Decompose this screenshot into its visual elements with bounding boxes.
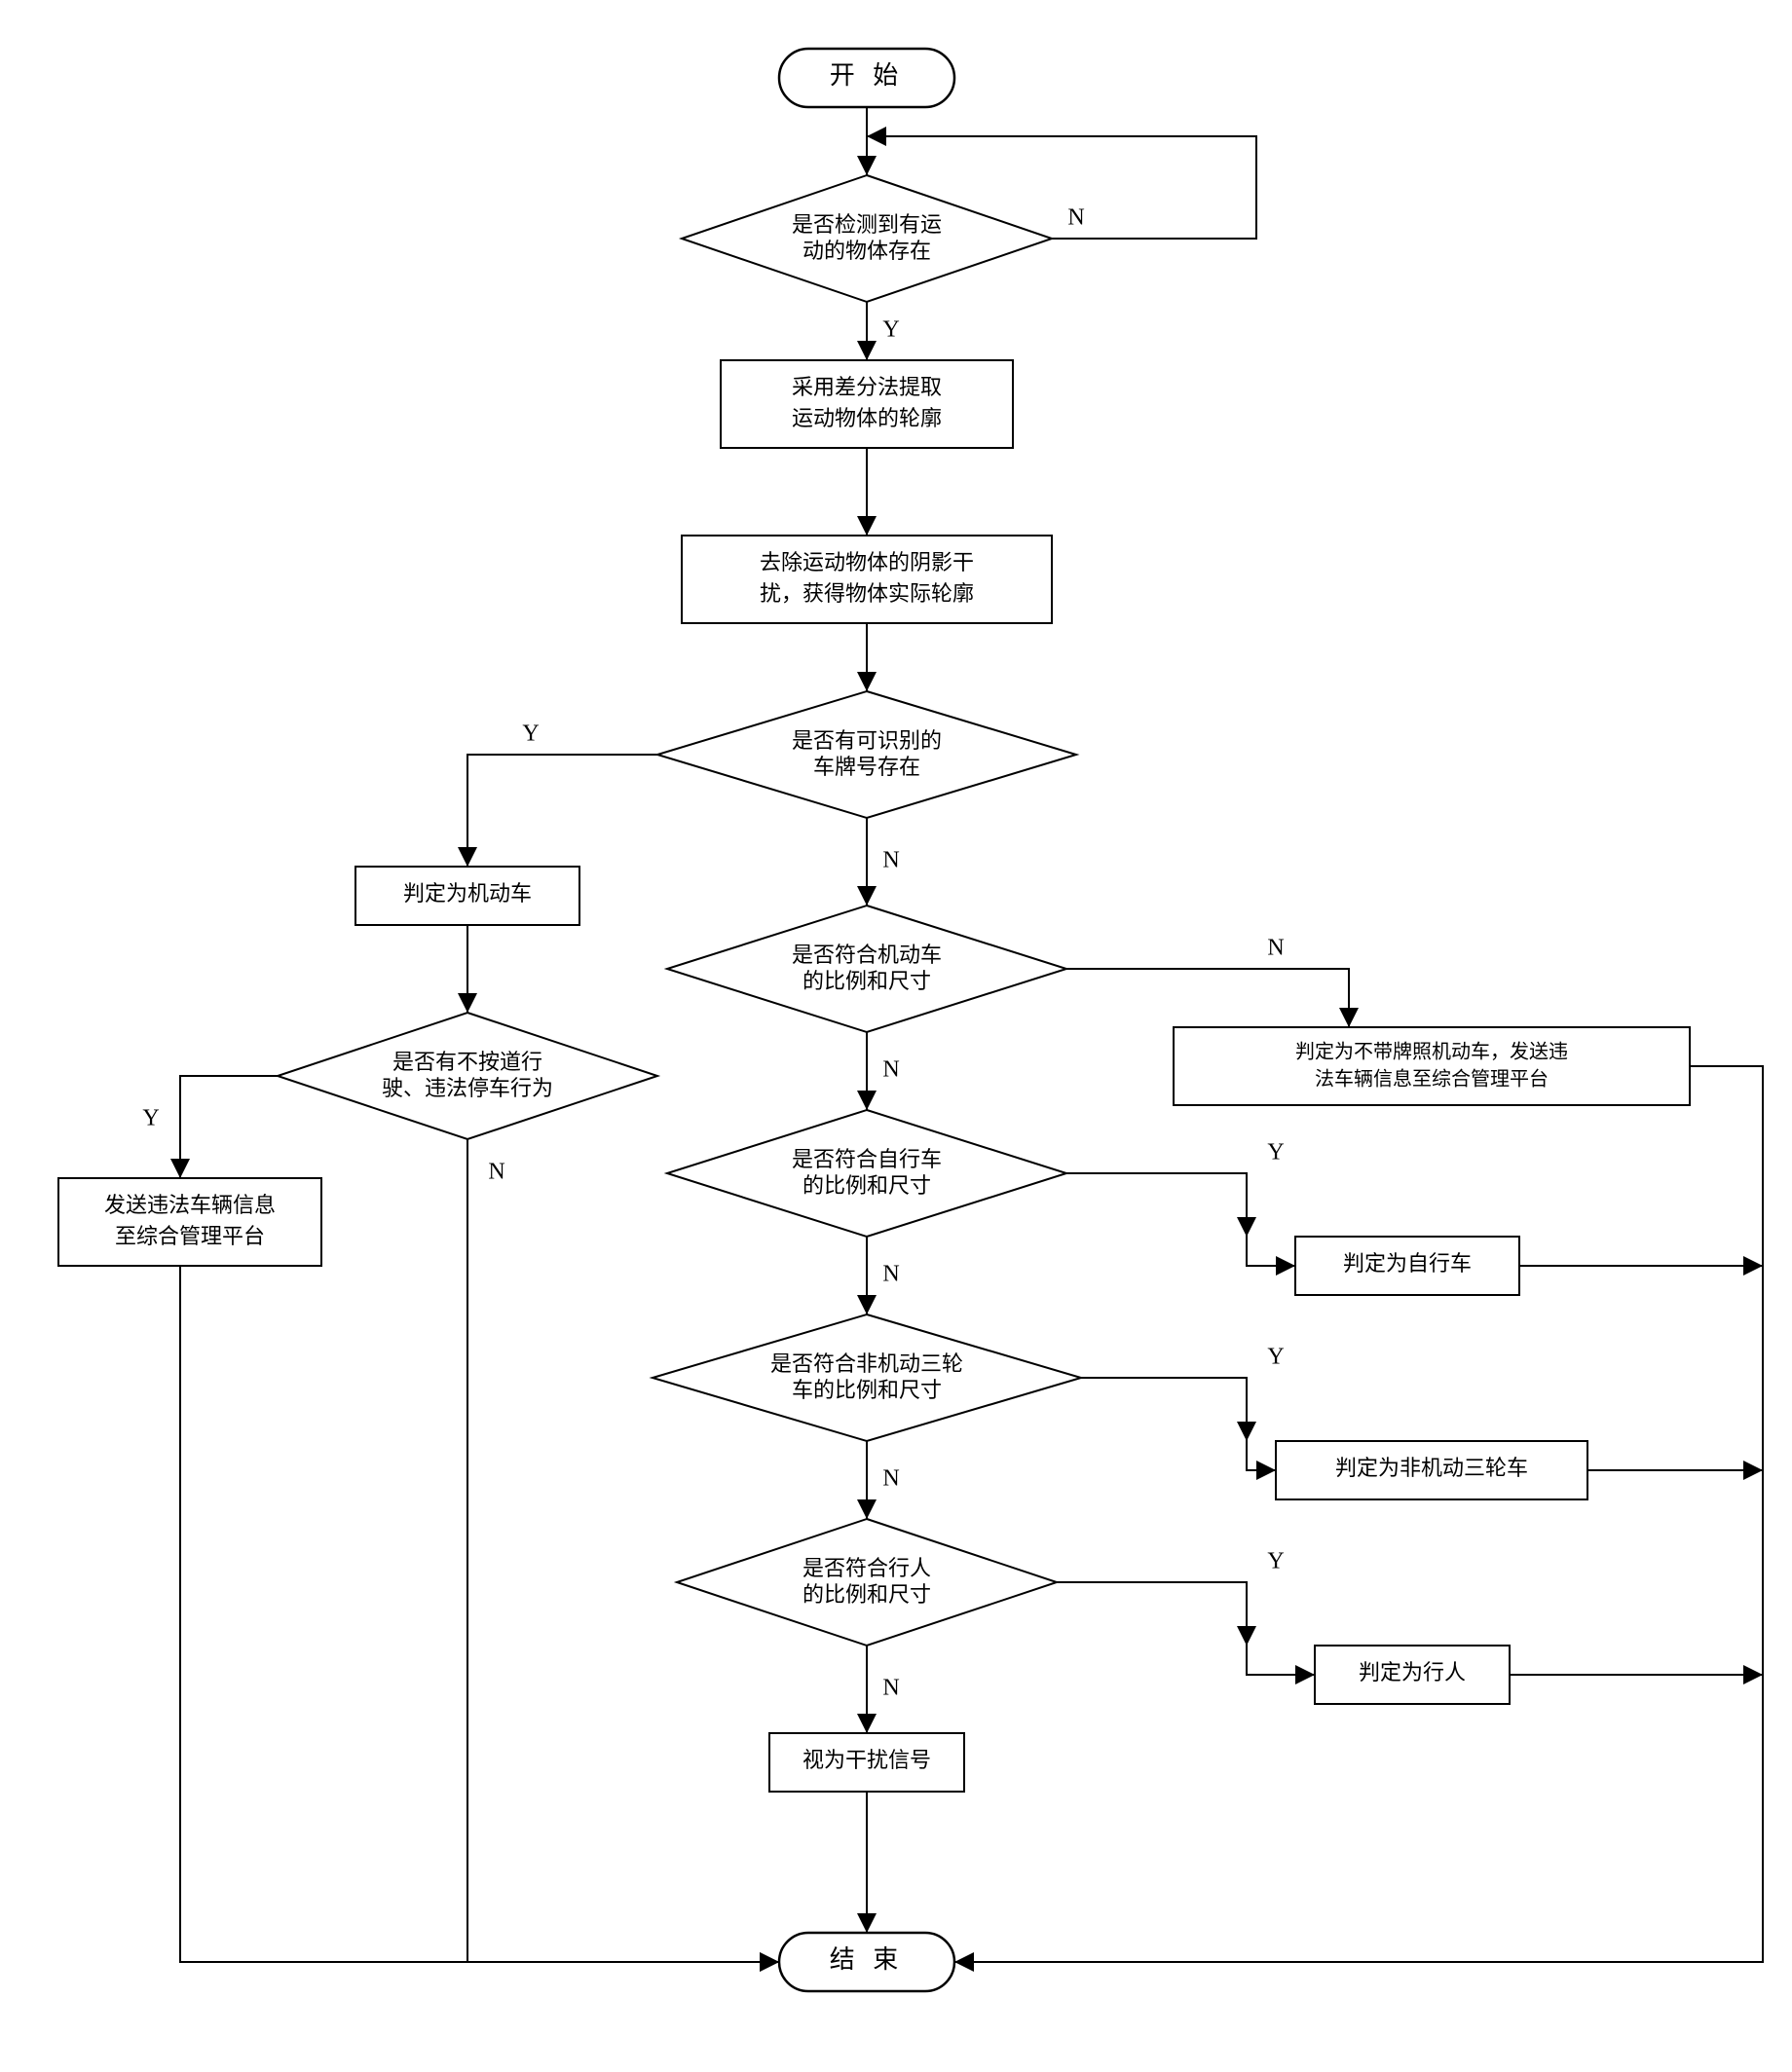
process-noise-signal: 视为干扰信号 — [769, 1733, 964, 1792]
start-terminal: 开 始 — [779, 49, 954, 107]
decision-bicycle-size: 是否符合自行车 的比例和尺寸 — [667, 1110, 1066, 1237]
decision-pedestrian-size: 是否符合行人 的比例和尺寸 — [677, 1519, 1057, 1646]
label-n-tricycle: N — [882, 1466, 899, 1492]
decision-plate-exists: 是否有可识别的 车牌号存在 — [657, 691, 1076, 818]
process-unlicensed-motor: 判定为不带牌照机动车，发送违 法车辆信息至综合管理平台 — [1174, 1027, 1690, 1105]
svg-text:是否符合自行车: 是否符合自行车 — [792, 1147, 942, 1171]
svg-text:的比例和尺寸: 的比例和尺寸 — [803, 1173, 931, 1198]
decision-motion-detected: 是否检测到有运 动的物体存在 — [682, 175, 1052, 302]
label-n-ped: N — [882, 1676, 899, 1701]
process-is-tricycle: 判定为非机动三轮车 — [1276, 1441, 1587, 1499]
svg-text:至综合管理平台: 至综合管理平台 — [115, 1224, 265, 1248]
svg-text:驶、违法停车行为: 驶、违法停车行为 — [382, 1076, 553, 1100]
svg-text:扰，获得物体实际轮廓: 扰，获得物体实际轮廓 — [760, 581, 974, 606]
svg-text:去除运动物体的阴影干: 去除运动物体的阴影干 — [760, 550, 974, 574]
label-n-illegal: N — [488, 1160, 504, 1185]
svg-text:是否符合机动车: 是否符合机动车 — [792, 943, 942, 967]
svg-text:是否符合非机动三轮: 是否符合非机动三轮 — [770, 1351, 963, 1376]
svg-text:动的物体存在: 动的物体存在 — [803, 239, 931, 263]
label-n-motorsize-down: N — [882, 1057, 899, 1083]
process-is-bicycle: 判定为自行车 — [1295, 1237, 1519, 1295]
label-n-plate: N — [882, 848, 899, 873]
svg-text:判定为机动车: 判定为机动车 — [403, 881, 532, 906]
svg-text:车的比例和尺寸: 车的比例和尺寸 — [792, 1378, 942, 1402]
svg-text:采用差分法提取: 采用差分法提取 — [792, 375, 942, 399]
process-shadow-removal: 去除运动物体的阴影干 扰，获得物体实际轮廓 — [682, 536, 1052, 623]
svg-text:是否检测到有运: 是否检测到有运 — [792, 212, 942, 237]
label-n-motorsize: N — [1267, 936, 1284, 961]
svg-text:是否有可识别的: 是否有可识别的 — [792, 728, 942, 753]
label-y-plate: Y — [522, 722, 539, 747]
end-terminal: 结 束 — [779, 1933, 954, 1991]
svg-text:车牌号存在: 车牌号存在 — [813, 755, 920, 779]
svg-text:视为干扰信号: 视为干扰信号 — [803, 1748, 931, 1772]
svg-text:判定为行人: 判定为行人 — [1359, 1660, 1466, 1684]
label-y-ped: Y — [1267, 1549, 1284, 1574]
label-y-bike: Y — [1267, 1140, 1284, 1166]
svg-text:判定为自行车: 判定为自行车 — [1343, 1251, 1472, 1276]
svg-text:判定为非机动三轮车: 判定为非机动三轮车 — [1335, 1456, 1528, 1480]
label-n-bike: N — [882, 1262, 899, 1287]
process-is-pedestrian: 判定为行人 — [1315, 1646, 1510, 1704]
process-is-motor-vehicle: 判定为机动车 — [355, 867, 579, 925]
svg-text:开 始: 开 始 — [830, 61, 905, 90]
label-y-illegal: Y — [142, 1106, 159, 1131]
label-y-tricycle: Y — [1267, 1345, 1284, 1370]
label-y-motion: Y — [882, 317, 899, 343]
svg-text:是否有不按道行: 是否有不按道行 — [392, 1050, 542, 1074]
svg-text:的比例和尺寸: 的比例和尺寸 — [803, 969, 931, 993]
decision-tricycle-size: 是否符合非机动三轮 车的比例和尺寸 — [653, 1314, 1081, 1441]
label-n-loop: N — [1067, 205, 1084, 231]
decision-motor-size: 是否符合机动车 的比例和尺寸 — [667, 906, 1066, 1032]
svg-text:发送违法车辆信息: 发送违法车辆信息 — [104, 1193, 276, 1217]
svg-text:是否符合行人: 是否符合行人 — [803, 1556, 931, 1580]
process-difference-extract: 采用差分法提取 运动物体的轮廓 — [721, 360, 1013, 448]
svg-text:判定为不带牌照机动车，发送违: 判定为不带牌照机动车，发送违 — [1295, 1041, 1568, 1063]
decision-illegal-driving: 是否有不按道行 驶、违法停车行为 — [278, 1013, 657, 1139]
svg-text:运动物体的轮廓: 运动物体的轮廓 — [792, 406, 942, 430]
svg-text:法车辆信息至综合管理平台: 法车辆信息至综合管理平台 — [1315, 1068, 1549, 1091]
svg-text:结 束: 结 束 — [830, 1945, 905, 1974]
process-send-illegal-info: 发送违法车辆信息 至综合管理平台 — [58, 1178, 321, 1266]
svg-text:的比例和尺寸: 的比例和尺寸 — [803, 1582, 931, 1607]
